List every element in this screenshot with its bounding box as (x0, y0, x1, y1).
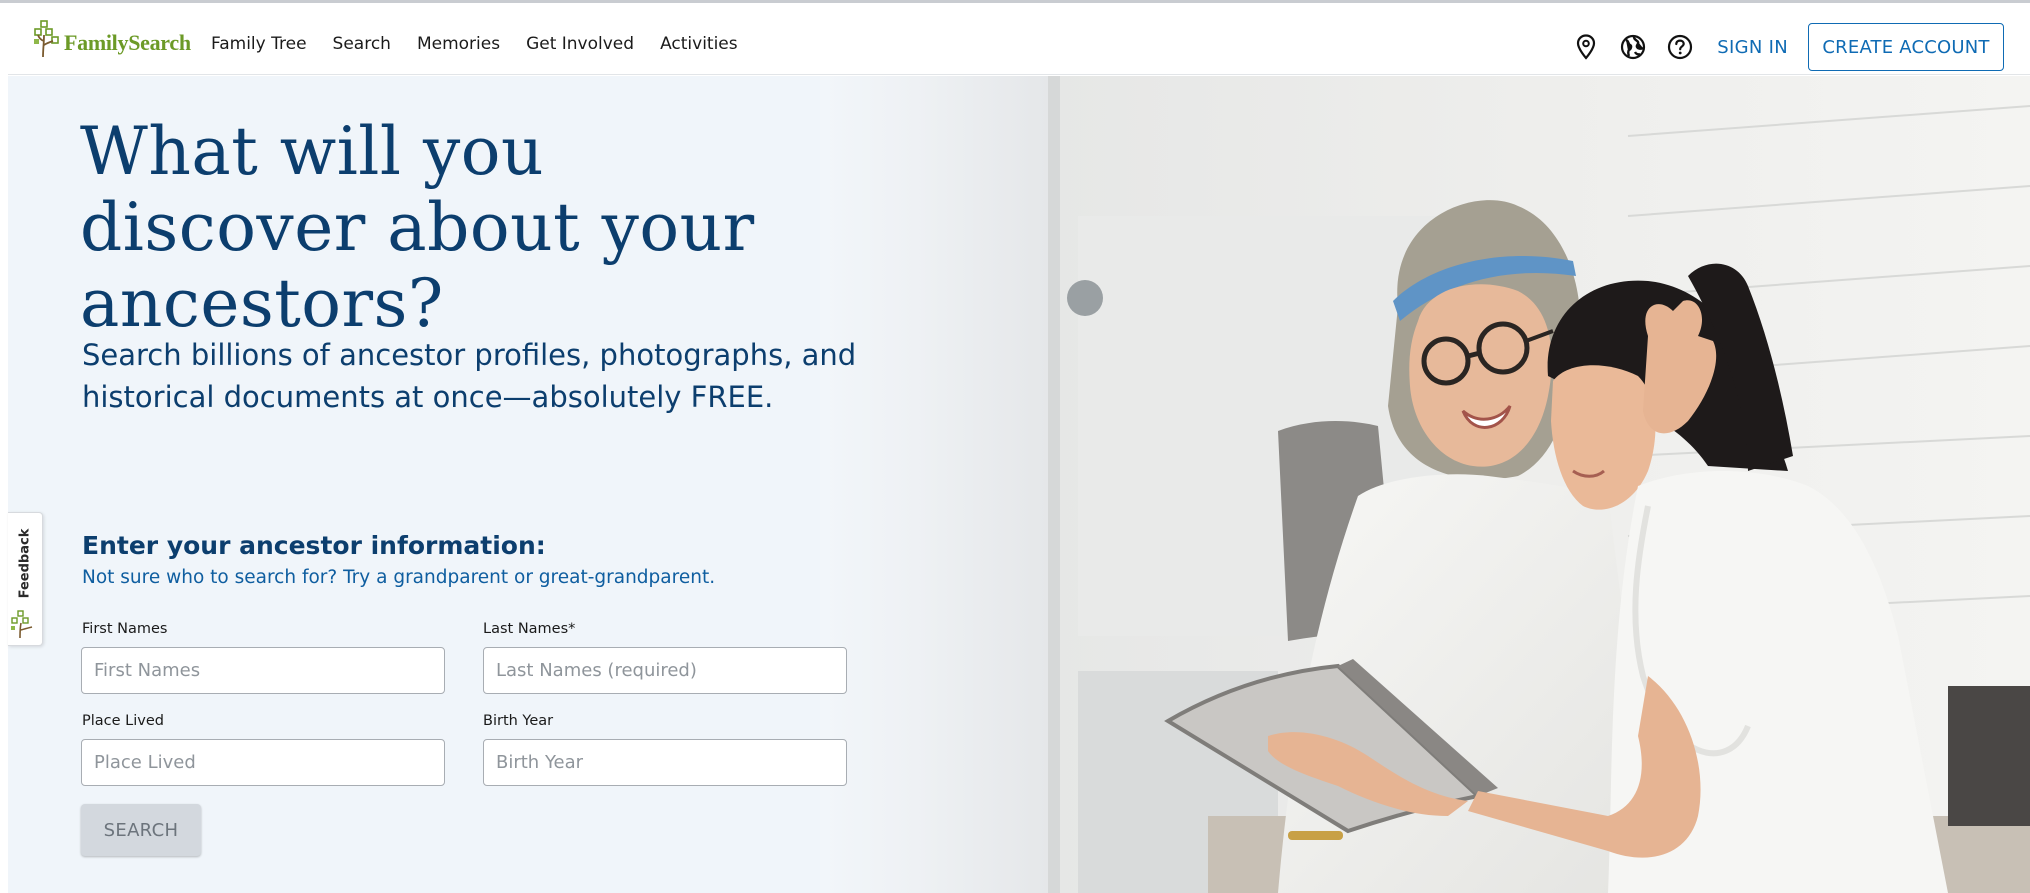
place-lived-label: Place Lived (82, 713, 164, 729)
birth-year-input[interactable] (483, 739, 847, 786)
form-hint: Not sure who to search for? Try a grandp… (82, 567, 716, 588)
sign-in-link[interactable]: SIGN IN (1717, 37, 1788, 58)
form-title: Enter your ancestor information: (82, 531, 546, 560)
globe-icon[interactable] (1619, 33, 1647, 61)
first-names-label: First Names (82, 621, 168, 637)
last-names-input[interactable] (483, 647, 847, 694)
site-header: FamilySearch Family Tree Search Memories… (8, 4, 2030, 75)
nav-activities[interactable]: Activities (660, 34, 738, 54)
place-lived-input[interactable] (81, 739, 445, 786)
family-tree-logo-icon (34, 20, 59, 58)
header-actions: SIGN IN CREATE ACCOUNT (1572, 23, 2004, 71)
hero-headline: What will you discover about your ancest… (80, 113, 755, 342)
nav-family-tree[interactable]: Family Tree (211, 34, 307, 54)
create-account-button[interactable]: CREATE ACCOUNT (1808, 23, 2004, 71)
logo-wordmark: FamilySearch (64, 30, 191, 55)
feedback-label: Feedback (17, 528, 33, 598)
location-pin-icon[interactable] (1572, 33, 1600, 61)
main-nav: Family Tree Search Memories Get Involved… (211, 34, 738, 54)
familysearch-logo[interactable]: FamilySearch (32, 16, 191, 62)
last-names-label: Last Names* (483, 621, 576, 637)
window-top-border (0, 0, 2030, 3)
search-button[interactable]: SEARCH (81, 804, 201, 856)
nav-search[interactable]: Search (333, 34, 391, 54)
hero-photo-grandmother-granddaughter (1048, 76, 2030, 893)
hero-subheadline: Search billions of ancestor profiles, ph… (82, 338, 857, 414)
feedback-label-wrap: Feedback (14, 523, 36, 603)
nav-get-involved[interactable]: Get Involved (526, 34, 634, 54)
birth-year-label: Birth Year (483, 713, 554, 729)
hero-section: What will you discover about your ancest… (8, 76, 2030, 893)
family-tree-feedback-icon (11, 610, 33, 639)
help-icon[interactable] (1666, 33, 1694, 61)
nav-memories[interactable]: Memories (417, 34, 500, 54)
hero-background-fade (820, 76, 1060, 893)
feedback-tab[interactable]: Feedback (8, 512, 43, 646)
first-names-input[interactable] (81, 647, 445, 694)
